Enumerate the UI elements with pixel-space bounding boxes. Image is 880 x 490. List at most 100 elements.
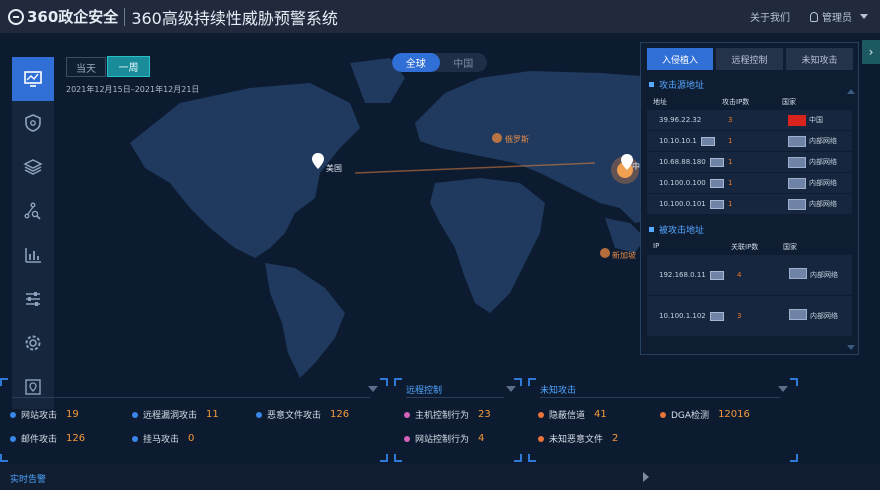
attack-detail-panel: 入侵植入 远程控制 未知攻击 攻击源地址 地址 攻击IP数 国家 39.96.2… <box>640 42 859 355</box>
top-bar: 360政企安全 360高级持续性威胁预警系统 关于我们 管理员 <box>0 0 880 33</box>
source-ip: 10.10.10.1 <box>659 136 728 146</box>
table-row[interactable]: 10.68.88.180 1 内部网络 <box>647 152 852 172</box>
bar-chart-icon <box>25 248 41 263</box>
id-card-icon <box>709 178 724 188</box>
chevron-down-icon[interactable] <box>368 386 378 392</box>
source-ip: 10.100.0.101 <box>659 199 728 209</box>
lan-icon <box>789 268 807 279</box>
sidebar-item-network[interactable] <box>12 189 54 233</box>
sidebar-item-settings[interactable] <box>12 321 54 365</box>
attack-statistics: 网站攻击 19 远程漏洞攻击 11 恶意文件攻击 126 邮件攻击 126 挂马攻击 0 … <box>0 378 880 462</box>
id-card-icon <box>700 136 715 146</box>
stat-host-control: 主机控制行为 23 <box>404 408 491 421</box>
attack-ip-count: 1 <box>728 179 733 187</box>
country: 内部网络 <box>788 135 837 147</box>
china-flag-icon <box>788 114 806 126</box>
table-row[interactable]: 10.100.0.100 1 内部网络 <box>647 173 852 193</box>
country: 中国 <box>788 114 823 126</box>
target-section-title: 被攻击地址 <box>649 223 858 236</box>
source-table: 39.96.22.32 3 中国 10.10.10.1 1 内部网络 10.68.88.18… <box>641 110 858 214</box>
tab-remote-control[interactable]: 远程控制 <box>716 48 783 70</box>
related-ip-count: 4 <box>737 271 742 279</box>
target-table: 192.168.0.11 4 内部网络 10.100.1.102 3 内部网络 <box>641 255 858 336</box>
stat-drive-by: 挂马攻击 0 <box>132 432 194 445</box>
id-card-icon <box>709 199 724 209</box>
lan-icon <box>789 309 807 320</box>
scope-global-button[interactable]: 全球 <box>392 53 440 72</box>
country: 内部网络 <box>789 268 839 282</box>
chevron-down-icon[interactable] <box>860 14 868 19</box>
target-table-header: IP 关联IP数 国家 <box>653 242 797 251</box>
range-today-button[interactable]: 当天 <box>66 57 106 77</box>
tab-intrusion[interactable]: 入侵植入 <box>647 48 713 70</box>
attack-ip-count: 1 <box>728 158 733 166</box>
expand-arrow-icon[interactable] <box>643 472 649 482</box>
user-menu[interactable]: 管理员 <box>822 9 852 24</box>
id-card-icon <box>709 311 724 321</box>
collapse-panel-button[interactable]: › <box>862 40 880 64</box>
remote-control-stats-card: 远程控制 主机控制行为 23 网站控制行为 4 <box>394 378 522 462</box>
scope-china-button[interactable]: 中国 <box>440 53 488 72</box>
date-range-label: 2021年12月15日–2021年12月21日 <box>66 85 200 94</box>
table-row[interactable]: 10.100.0.101 1 内部网络 <box>647 194 852 214</box>
id-card-icon <box>709 157 724 167</box>
source-section-title: 攻击源地址 <box>649 78 858 91</box>
unknown-attack-stats-card: 未知攻击 隐蔽信道 41 DGA检测 12016 未知恶意文件 2 <box>528 378 798 462</box>
sidebar-item-statistics[interactable] <box>12 233 54 277</box>
chevron-down-icon[interactable] <box>778 386 788 392</box>
range-week-button[interactable]: 一周 <box>107 56 150 77</box>
country: 内部网络 <box>788 156 837 168</box>
scroll-down-icon[interactable] <box>847 345 855 350</box>
source-table-header: 地址 攻击IP数 国家 <box>653 98 796 106</box>
target-ip: 10.100.1.102 <box>659 311 737 321</box>
brand-logo: 360政企安全 <box>8 6 118 27</box>
lan-icon <box>788 135 806 147</box>
sliders-icon <box>26 292 40 306</box>
brand-name: 360政企安全 <box>27 8 119 26</box>
panel-tabs: 入侵植入 远程控制 未知攻击 <box>641 43 858 70</box>
stat-site-control: 网站控制行为 4 <box>404 432 484 445</box>
south-america-landmass <box>265 263 345 378</box>
sidebar-item-monitor[interactable] <box>12 57 54 101</box>
sidebar-item-filters[interactable] <box>12 277 54 321</box>
unknown-attack-title: 未知攻击 <box>540 386 577 396</box>
stat-dga-detection: DGA检测 12016 <box>660 408 750 421</box>
tab-unknown-attack[interactable]: 未知攻击 <box>786 48 853 70</box>
id-card-icon <box>709 270 724 280</box>
intrusion-stats-card: 网站攻击 19 远程漏洞攻击 11 恶意文件攻击 126 邮件攻击 126 挂马攻击 0 <box>0 378 388 462</box>
table-row[interactable]: 192.168.0.11 4 内部网络 <box>647 255 852 295</box>
africa-landmass <box>430 178 545 313</box>
header-divider <box>124 7 126 26</box>
stat-unknown-file: 未知恶意文件 2 <box>538 432 618 445</box>
scroll-up-icon[interactable] <box>847 89 855 94</box>
about-link[interactable]: 关于我们 <box>750 9 790 24</box>
table-row[interactable]: 10.100.1.102 3 内部网络 <box>647 296 852 336</box>
user-icon <box>810 11 818 22</box>
lan-icon <box>788 156 806 168</box>
lan-icon <box>788 177 806 189</box>
map-scope-toggle: 全球 中国 <box>392 53 487 72</box>
network-search-icon <box>24 202 41 220</box>
source-ip: 10.100.0.100 <box>659 178 728 188</box>
country: 内部网络 <box>789 309 839 323</box>
table-row[interactable]: 39.96.22.32 3 中国 <box>647 110 852 130</box>
sidebar-item-shield[interactable] <box>12 101 54 145</box>
table-row[interactable]: 10.10.10.1 1 内部网络 <box>647 131 852 151</box>
sidebar <box>12 57 54 409</box>
stat-email-attack: 邮件攻击 126 <box>10 432 85 445</box>
attack-ip-count: 3 <box>728 116 733 124</box>
realtime-alarm-title: 实时告警 <box>10 475 47 485</box>
map-label-usa: 美国 <box>326 164 342 173</box>
chevron-down-icon[interactable] <box>506 386 516 392</box>
stat-covert-channel: 隐蔽信道 41 <box>538 408 607 421</box>
stat-website-attack: 网站攻击 19 <box>10 408 79 421</box>
layers-icon <box>23 159 43 175</box>
node-singapore <box>600 248 610 258</box>
country: 内部网络 <box>788 177 837 189</box>
realtime-alarm-bar[interactable]: 实时告警 <box>0 464 880 490</box>
sidebar-item-layers[interactable] <box>12 145 54 189</box>
shield-icon <box>25 114 41 132</box>
header-actions: 关于我们 管理员 <box>750 0 868 33</box>
country: 内部网络 <box>788 198 837 210</box>
attack-ip-count: 1 <box>728 137 733 145</box>
